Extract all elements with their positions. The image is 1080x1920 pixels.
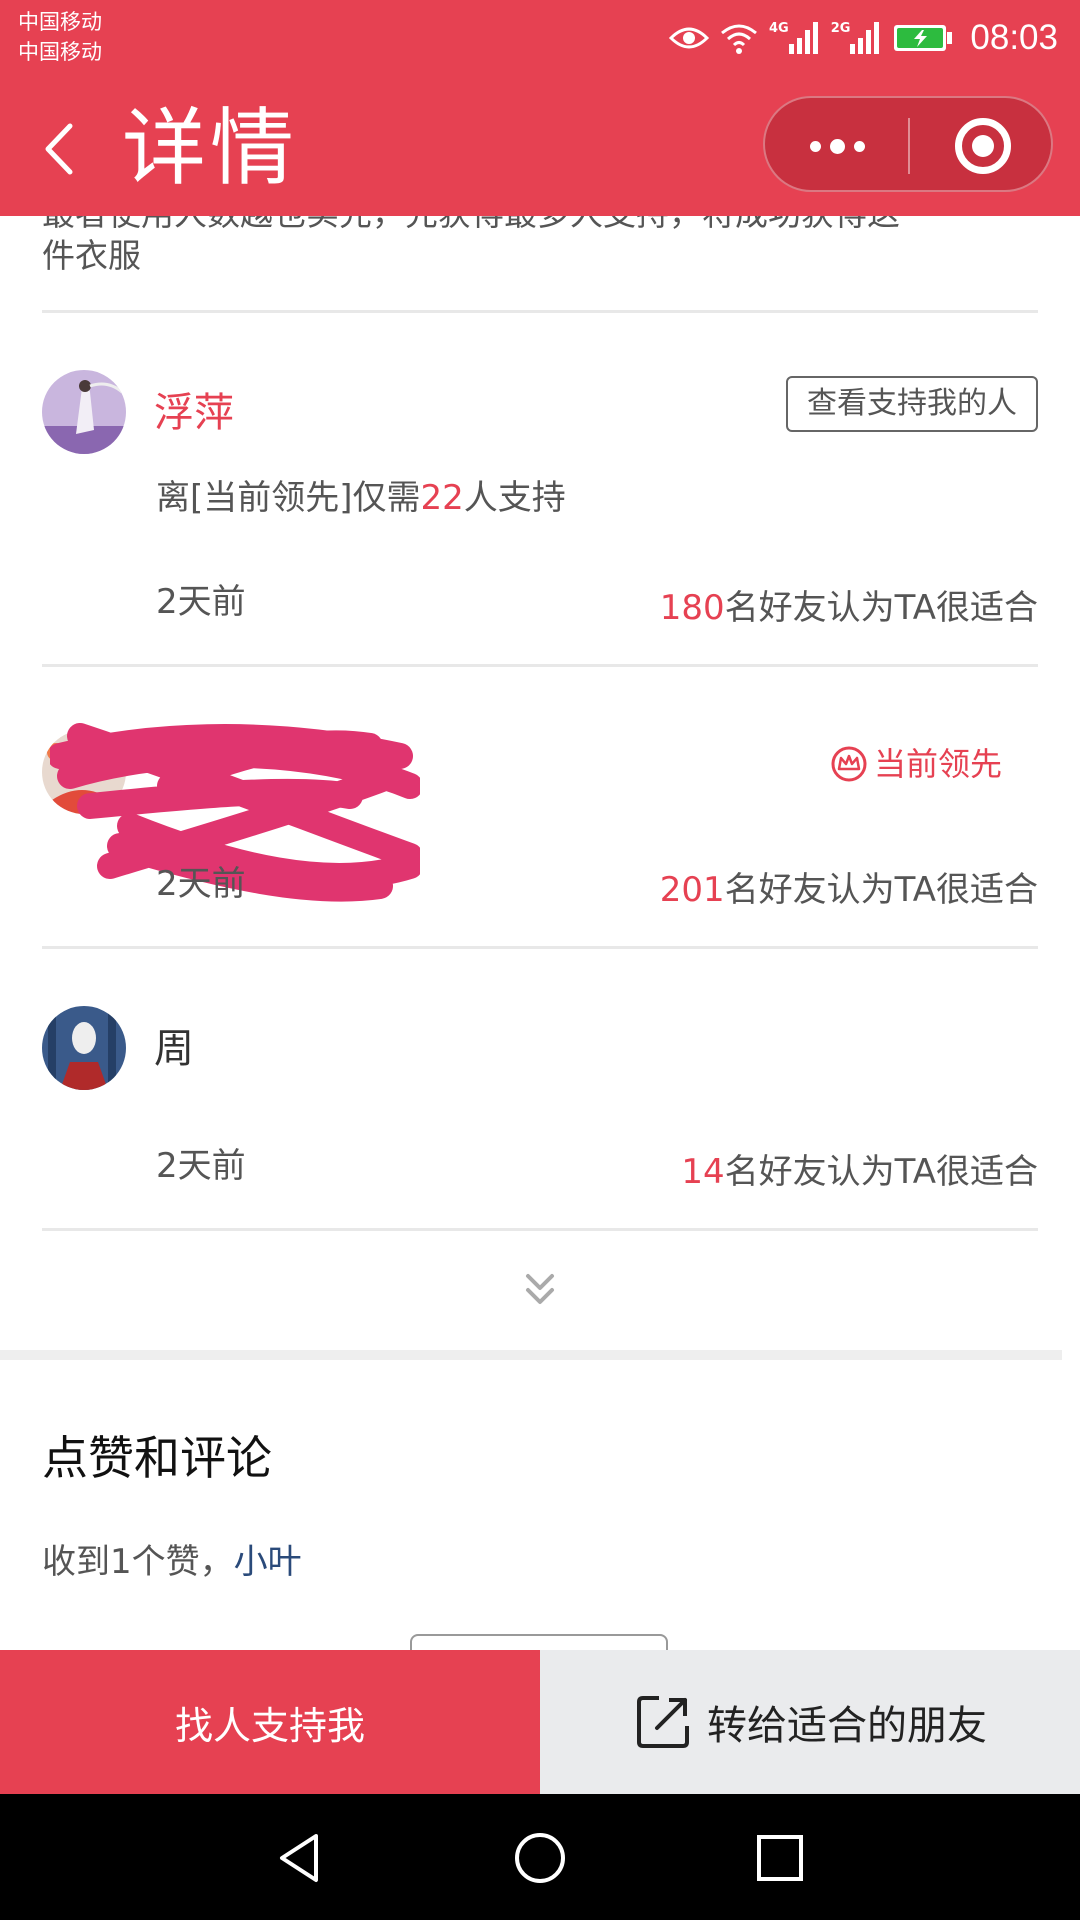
- gap-to-leader-text: 离[当前领先]仅需22人支持: [156, 476, 566, 520]
- back-button[interactable]: [34, 114, 94, 184]
- entry-time: 2天前: [156, 582, 246, 622]
- entry-name: 周: [154, 1026, 194, 1072]
- capsule-divider: [908, 118, 910, 174]
- gap-number: 22: [420, 478, 464, 518]
- share-icon: [637, 1696, 689, 1748]
- carrier-label: 中国移动: [18, 40, 102, 64]
- find-supporters-button[interactable]: 找人支持我: [0, 1650, 540, 1794]
- bottom-action-bar: 找人支持我 转给适合的朋友: [0, 1650, 1080, 1794]
- crown-icon: [831, 746, 867, 782]
- view-supporters-button[interactable]: 查看支持我的人: [786, 376, 1038, 432]
- clock: 08:03: [970, 18, 1058, 57]
- divider: [42, 946, 1038, 949]
- comments-section-title: 点赞和评论: [42, 1431, 272, 1485]
- entry-name: 浮萍: [154, 390, 234, 436]
- vote-suffix: 名好友认为TA很适合: [724, 870, 1038, 910]
- expand-more-button[interactable]: [518, 1268, 562, 1312]
- close-mini-program-button[interactable]: [955, 118, 1011, 174]
- system-home-icon[interactable]: [512, 1830, 568, 1886]
- chevron-left-icon: [45, 123, 73, 175]
- mini-program-capsule: [763, 96, 1053, 192]
- entry-time: 2天前: [156, 1146, 246, 1186]
- vote-suffix: 名好友认为TA很适合: [724, 588, 1038, 628]
- double-chevron-down-icon: [526, 1274, 554, 1304]
- network-type-label: 2G: [830, 20, 851, 36]
- share-to-friend-label: 转给适合的朋友: [707, 1703, 987, 1749]
- leading-badge: 当前领先: [830, 742, 1002, 786]
- more-dot-icon: [853, 140, 865, 152]
- gap-prefix: 离[当前领先]仅需: [156, 478, 421, 518]
- vote-count: 201: [659, 870, 725, 910]
- entry-votes: 180名好友认为TA很适合: [660, 586, 1038, 630]
- vote-count: 180: [659, 588, 725, 628]
- eye-icon: [668, 23, 709, 53]
- divider: [42, 310, 1038, 313]
- system-recents-icon[interactable]: [752, 1830, 808, 1886]
- entry-votes: 14名好友认为TA很适合: [681, 1150, 1038, 1194]
- divider: [42, 1228, 1038, 1231]
- divider: [42, 664, 1038, 667]
- page-title: 详情: [122, 99, 299, 197]
- signal-2g-icon: 2G: [831, 20, 883, 56]
- likes-prefix: 收到1个赞，: [42, 1542, 234, 1582]
- more-dot-icon: [809, 140, 821, 152]
- nav-bar: 详情: [0, 80, 1080, 216]
- detail-content[interactable]: 最者使用人数越也实先，先获得最多人支持，将成功获得这 件衣服 浮萍 查看支持我的…: [0, 216, 1080, 1650]
- section-separator: [0, 1350, 1062, 1360]
- carrier-label: 中国移动: [18, 10, 102, 34]
- description-line: 件衣服: [42, 236, 141, 275]
- more-dot-icon: [829, 138, 845, 154]
- avatar[interactable]: [42, 370, 126, 454]
- entry-time: 2天前: [156, 864, 246, 904]
- share-to-friend-button[interactable]: 转给适合的朋友: [540, 1650, 1080, 1794]
- gap-suffix: 人支持: [463, 478, 566, 518]
- network-type-label: 4G: [768, 20, 789, 36]
- description-line: 最者使用人数越也实先，先获得最多人支持，将成功获得这: [42, 216, 900, 236]
- avatar-image: [42, 370, 126, 454]
- status-bar: 中国移动 中国移动 4G 2G 08:03: [0, 0, 1080, 80]
- more-button[interactable]: [805, 120, 869, 172]
- likes-summary: 收到1个赞，小叶: [42, 1540, 302, 1584]
- like-button[interactable]: [410, 1634, 668, 1650]
- leading-badge-label: 当前领先: [874, 745, 1003, 783]
- liked-by-user[interactable]: 小叶: [234, 1542, 302, 1582]
- vote-suffix: 名好友认为TA很适合: [724, 1152, 1038, 1192]
- system-navigation-bar: [0, 1794, 1080, 1920]
- battery-icon: [892, 23, 954, 53]
- signal-4g-icon: 4G: [769, 20, 821, 56]
- avatar[interactable]: [42, 1006, 126, 1090]
- wifi-icon: [719, 21, 759, 55]
- system-back-icon[interactable]: [272, 1830, 328, 1886]
- avatar-image: [42, 1006, 126, 1090]
- entry-votes: 201名好友认为TA很适合: [660, 868, 1038, 912]
- vote-count: 14: [681, 1152, 725, 1192]
